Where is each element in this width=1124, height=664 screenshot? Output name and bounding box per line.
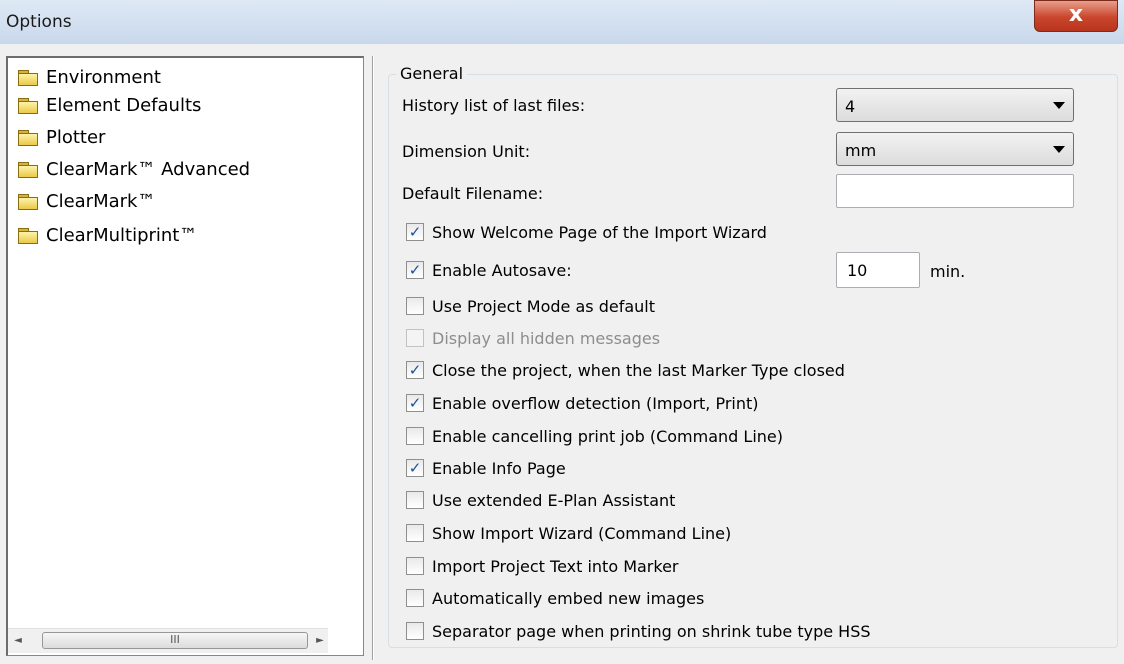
tree-item-label: ClearMultiprint™: [46, 224, 198, 246]
dimension-unit-combo[interactable]: mm: [836, 132, 1074, 166]
tree-item-clearmark[interactable]: ClearMark™: [18, 188, 155, 214]
folder-icon: [18, 193, 38, 210]
autosave-minutes-input[interactable]: 10: [836, 252, 920, 288]
folder-icon: [18, 97, 38, 114]
checkbox-extended-eplan[interactable]: Use extended E-Plan Assistant: [406, 488, 675, 512]
folder-icon: [18, 227, 38, 244]
checkbox-box[interactable]: [406, 491, 424, 509]
close-button[interactable]: x: [1034, 0, 1118, 32]
checkmark-icon[interactable]: ✓: [406, 223, 424, 241]
checkbox-embed-images[interactable]: Automatically embed new images: [406, 586, 704, 610]
checkbox-separator-page[interactable]: Separator page when printing on shrink t…: [406, 619, 871, 643]
window-title: Options: [6, 12, 72, 32]
checkbox-cancelling-print-job[interactable]: Enable cancelling print job (Command Lin…: [406, 424, 783, 448]
autosave-unit-label: min.: [930, 262, 966, 281]
checkbox-display-hidden-messages: Display all hidden messages: [406, 326, 660, 350]
checkbox-box[interactable]: [406, 557, 424, 575]
dimension-unit-value: mm: [845, 141, 877, 160]
checkbox-label: Use Project Mode as default: [432, 296, 656, 316]
checkmark-icon[interactable]: ✓: [406, 394, 424, 412]
checkmark-icon[interactable]: ✓: [406, 261, 424, 279]
tree-item-label: Element Defaults: [46, 94, 202, 116]
checkmark-icon[interactable]: ✓: [406, 459, 424, 477]
group-legend: General: [396, 64, 468, 83]
checkbox-box: [406, 329, 424, 347]
history-label: History list of last files:: [402, 96, 586, 115]
checkbox-label: Enable Autosave:: [432, 260, 572, 280]
checkbox-label: Show Import Wizard (Command Line): [432, 523, 732, 543]
checkbox-import-project-text[interactable]: Import Project Text into Marker: [406, 554, 679, 578]
scroll-left-arrow-icon[interactable]: ◄: [10, 633, 26, 649]
checkbox-label: Enable overflow detection (Import, Print…: [432, 393, 759, 413]
chevron-down-icon: [1053, 146, 1065, 153]
checkbox-label: Import Project Text into Marker: [432, 556, 679, 576]
dimension-unit-label: Dimension Unit:: [402, 142, 531, 161]
folder-icon: [18, 129, 38, 146]
checkbox-box[interactable]: [406, 427, 424, 445]
checkbox-show-welcome-page[interactable]: ✓ Show Welcome Page of the Import Wizard: [406, 220, 767, 244]
checkbox-box[interactable]: [406, 589, 424, 607]
checkbox-box[interactable]: [406, 622, 424, 640]
checkbox-enable-info-page[interactable]: ✓ Enable Info Page: [406, 456, 566, 480]
checkbox-overflow-detection[interactable]: ✓ Enable overflow detection (Import, Pri…: [406, 391, 759, 415]
checkbox-label: Separator page when printing on shrink t…: [432, 621, 871, 641]
autosave-minutes-value: 10: [847, 261, 868, 280]
checkbox-label: Show Welcome Page of the Import Wizard: [432, 222, 767, 242]
title-bar: Options x: [0, 0, 1124, 44]
checkbox-label: Enable cancelling print job (Command Lin…: [432, 426, 783, 446]
divider: [373, 56, 374, 660]
history-value: 4: [845, 97, 856, 116]
folder-icon: [18, 161, 38, 178]
tree-item-clearmultiprint[interactable]: ClearMultiprint™: [18, 222, 197, 248]
horizontal-scrollbar[interactable]: ◄ III ►: [8, 628, 328, 653]
default-filename-label: Default Filename:: [402, 184, 544, 203]
checkmark-icon[interactable]: ✓: [406, 361, 424, 379]
tree-item-label: Plotter: [46, 126, 106, 148]
checkbox-enable-autosave[interactable]: ✓ Enable Autosave:: [406, 258, 572, 282]
tree-item-environment[interactable]: Environment: [18, 64, 161, 90]
checkbox-label: Close the project, when the last Marker …: [432, 360, 845, 380]
checkbox-label: Use extended E-Plan Assistant: [432, 490, 676, 510]
checkbox-label: Display all hidden messages: [432, 328, 661, 348]
checkbox-label: Enable Info Page: [432, 458, 566, 478]
tree-item-label: ClearMark™: [46, 190, 156, 212]
tree-item-label: ClearMark™ Advanced: [46, 158, 251, 180]
folder-icon: [18, 69, 38, 86]
chevron-down-icon: [1053, 102, 1065, 109]
history-combo[interactable]: 4: [836, 88, 1074, 122]
tree-item-element-defaults[interactable]: Element Defaults: [18, 92, 201, 118]
scroll-thumb[interactable]: III: [42, 632, 308, 649]
checkbox-show-import-wizard[interactable]: Show Import Wizard (Command Line): [406, 521, 731, 545]
close-icon: x: [1068, 2, 1084, 27]
tree-item-plotter[interactable]: Plotter: [18, 124, 105, 150]
scroll-right-arrow-icon[interactable]: ►: [312, 633, 328, 649]
checkbox-close-project[interactable]: ✓ Close the project, when the last Marke…: [406, 358, 845, 382]
checkbox-box[interactable]: [406, 524, 424, 542]
checkbox-label: Automatically embed new images: [432, 588, 705, 608]
checkbox-use-project-mode[interactable]: Use Project Mode as default: [406, 294, 655, 318]
tree-item-label: Environment: [46, 66, 161, 88]
tree-item-clearmark-advanced[interactable]: ClearMark™ Advanced: [18, 156, 250, 182]
checkbox-box[interactable]: [406, 297, 424, 315]
default-filename-input[interactable]: [836, 174, 1074, 208]
